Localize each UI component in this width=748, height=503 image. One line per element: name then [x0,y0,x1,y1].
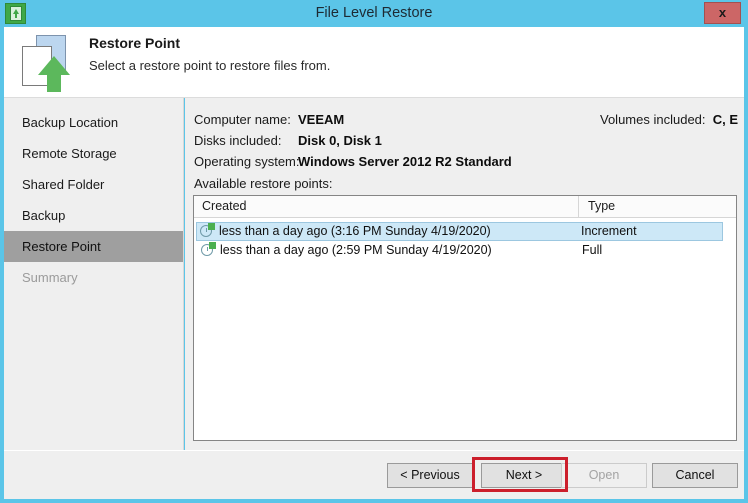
sidebar-item-remote-storage[interactable]: Remote Storage [4,138,183,169]
restore-point-type: Full [582,243,603,257]
computer-name-row: Computer name: VEEAM [194,112,344,127]
table-row[interactable]: less than a day ago (3:16 PM Sunday 4/19… [196,222,723,241]
operating-system-row: Operating system:Windows Server 2012 R2 … [194,154,512,169]
title-bar: File Level Restore x [0,0,748,27]
wizard-banner: Restore Point Select a restore point to … [4,27,744,98]
restore-points-list[interactable]: Created Type less than a day ago (3:16 P… [193,195,737,441]
open-button: Open [561,463,647,488]
restore-point-created: less than a day ago (3:16 PM Sunday 4/19… [219,224,491,238]
restore-point-created: less than a day ago (2:59 PM Sunday 4/19… [220,243,492,257]
sidebar-item-backup-location[interactable]: Backup Location [4,107,183,138]
window-title: File Level Restore [315,5,433,21]
sidebar-item-backup[interactable]: Backup [4,200,183,231]
operating-system-label: Operating system: [194,154,300,169]
restore-point-panel: Computer name: VEEAM Volumes included: C,… [185,98,744,450]
file-level-restore-window: File Level Restore x Restore Point Selec… [0,0,748,503]
restore-point-type: Increment [581,224,637,238]
disks-included-value: Disk 0, Disk 1 [298,133,382,148]
restore-point-clock-icon [201,242,216,257]
clock-hand [206,246,208,251]
operating-system-value: Windows Server 2012 R2 Standard [298,154,512,169]
close-icon[interactable]: x [704,2,741,24]
disks-included-row: Disks included: Disk 0, Disk 1 [194,133,382,148]
list-header-row: Created Type [194,196,736,218]
document-upload-icon [14,32,80,94]
computer-name-label: Computer name: [194,112,291,127]
increment-badge [208,223,215,230]
page-title: Restore Point [89,35,181,51]
banner-icon-arrow-head [38,56,70,75]
footer-button-bar: < Previous Next > Open Cancel [4,450,744,499]
sidebar-item-shared-folder[interactable]: Shared Folder [4,169,183,200]
restore-point-clock-icon [200,223,215,238]
available-restore-points-label: Available restore points: [194,176,333,191]
table-row[interactable]: less than a day ago (2:59 PM Sunday 4/19… [196,241,734,260]
banner-icon-arrow-stem [47,74,61,92]
full-badge [209,242,216,249]
column-header-created[interactable]: Created [194,196,579,217]
sidebar-item-summary: Summary [22,270,78,285]
disks-included-label: Disks included: [194,133,282,148]
next-button[interactable]: Next > [481,463,567,488]
column-header-type[interactable]: Type [580,196,736,217]
volumes-included-value: C, E [712,112,739,127]
previous-button[interactable]: < Previous [387,463,473,488]
wizard-steps-sidebar: Backup Location Remote Storage Shared Fo… [4,98,184,450]
sidebar-item-restore-point[interactable]: Restore Point [4,231,183,262]
cancel-button[interactable]: Cancel [652,463,738,488]
computer-name-value: VEEAM [298,112,345,127]
volumes-included-row: Volumes included: C, E [600,112,738,127]
clock-hand [205,227,207,232]
page-subtitle: Select a restore point to restore files … [89,58,331,73]
volumes-included-label: Volumes included: [600,112,706,127]
